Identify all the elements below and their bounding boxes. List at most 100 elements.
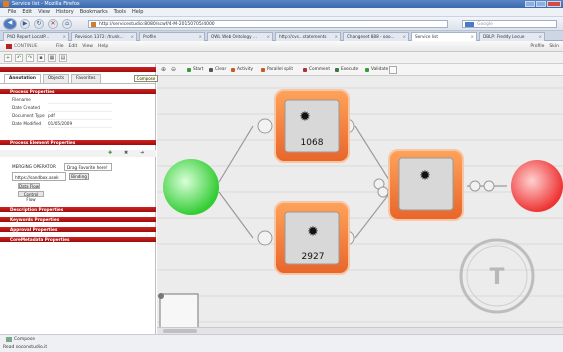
maximize-button[interactable] <box>536 1 546 7</box>
tool-validate[interactable]: Validate <box>365 66 388 74</box>
left-panel-tabs: Annotation Objects Favorites <box>0 74 156 84</box>
control-flow-button[interactable]: Control Flow <box>18 191 44 202</box>
merge-operator-field[interactable]: Drag Favorite here! <box>64 163 112 171</box>
zoom-in-icon[interactable]: ⊕ <box>161 66 166 73</box>
tool-comment[interactable]: Comment <box>303 66 330 74</box>
section-approval[interactable]: Approval Properties <box>0 227 156 232</box>
menu-view[interactable]: View <box>38 9 50 15</box>
redo-icon[interactable]: ↷ <box>26 53 34 62</box>
tool-start[interactable]: Start <box>187 66 204 74</box>
end-node[interactable] <box>511 160 563 212</box>
app-menu-edit[interactable]: Edit <box>69 43 78 50</box>
url-text: http://servicestudio:8080/scwf/4-M-20150… <box>99 22 215 27</box>
compose-tooltip: Compose <box>134 75 158 82</box>
browser-tab[interactable]: Revision 1372: /trunk... × <box>71 32 137 41</box>
tab-close-icon[interactable]: × <box>402 33 406 41</box>
section-process-element[interactable]: Process Element Properties <box>0 140 156 145</box>
workflow-canvas[interactable]: ⊕ ⊖ Start Clear Activity Parallel split … <box>157 64 563 334</box>
prop-value[interactable] <box>48 96 112 104</box>
browser-tab-active[interactable]: Service list × <box>411 32 477 41</box>
search-placeholder: Google <box>477 22 493 27</box>
search-input[interactable]: Google <box>462 20 557 28</box>
app-menu-help[interactable]: Help <box>98 43 108 50</box>
scrollbar-thumb[interactable] <box>163 329 197 333</box>
browser-tab[interactable]: DBLP: Freddy Lecue × <box>479 32 545 41</box>
data-flow-button[interactable]: Data Flow <box>18 183 40 189</box>
end-input-port[interactable] <box>483 180 495 192</box>
tool-execute[interactable]: Execute <box>335 66 358 74</box>
layout-icon[interactable]: ▤ <box>59 53 67 62</box>
tab-objects[interactable]: Objects <box>42 74 70 83</box>
activity-node-1[interactable] <box>274 89 350 163</box>
section-process-properties[interactable]: Process Properties <box>0 89 156 94</box>
tab-close-icon[interactable]: × <box>130 33 134 41</box>
tab-close-icon[interactable]: × <box>334 33 338 41</box>
minimize-button[interactable] <box>525 1 535 7</box>
tab-close-icon[interactable]: × <box>62 33 66 41</box>
browser-tab[interactable]: PhD Report LocatP... × <box>3 32 69 41</box>
prop-value[interactable]: 01/05/2009 <box>48 120 112 128</box>
minimap[interactable] <box>159 293 199 329</box>
stop-button[interactable]: ✕ <box>48 19 58 29</box>
tool-parallel-split[interactable]: Parallel split <box>261 66 293 74</box>
tab-favorites[interactable]: Favorites <box>71 74 101 83</box>
prop-value[interactable]: pdf <box>48 112 112 120</box>
input-port[interactable] <box>377 186 389 198</box>
tool-activity[interactable]: Activity <box>231 66 253 74</box>
tab-close-icon[interactable]: × <box>538 33 542 41</box>
section-core-metadata[interactable]: CoreMetadata Properties <box>0 237 156 242</box>
app-menu-view[interactable]: View <box>82 43 93 50</box>
save-icon[interactable]: ▪ <box>37 53 45 62</box>
start-node[interactable] <box>163 159 219 215</box>
new-icon[interactable]: + <box>4 53 12 62</box>
zoom-out-icon[interactable]: ⊖ <box>171 66 176 73</box>
service-url-field[interactable]: https://sandbox.asek <box>12 172 66 181</box>
profile-link[interactable]: Profile <box>530 43 544 50</box>
browser-tab[interactable]: http://cvs...statements × <box>275 32 341 41</box>
navigation-toolbar: ◀ ▶ ↻ ✕ ⌂ http://servicestudio:8080/scwf… <box>0 17 563 31</box>
browser-tab[interactable]: OWL Web Ontology ... × <box>207 32 273 41</box>
menu-history[interactable]: History <box>56 9 74 15</box>
prop-value[interactable] <box>48 104 112 112</box>
next-icon[interactable]: ➜ <box>140 151 146 156</box>
window-controls <box>525 1 561 7</box>
section-description[interactable]: Description Properties <box>0 207 156 212</box>
grid-icon[interactable]: ▦ <box>48 53 56 62</box>
reload-button[interactable]: ↻ <box>34 19 44 29</box>
settings-icon[interactable] <box>389 66 397 74</box>
delete-icon[interactable]: ✖ <box>124 151 130 156</box>
activity-node-3[interactable] <box>388 149 464 221</box>
undo-icon[interactable]: ↶ <box>15 53 23 62</box>
forward-button[interactable]: ▶ <box>20 19 30 29</box>
menu-edit[interactable]: Edit <box>22 9 32 15</box>
compose-status[interactable]: Compose <box>6 337 35 342</box>
menu-bookmarks[interactable]: Bookmarks <box>80 9 108 15</box>
browser-tab[interactable]: Changeset 888 - ooo... × <box>343 32 409 41</box>
tab-label: Changeset 888 - ooo... <box>347 34 395 39</box>
app-menu-file[interactable]: File <box>56 43 64 50</box>
browser-tab[interactable]: Profile × <box>139 32 205 41</box>
menu-help[interactable]: Help <box>132 9 143 15</box>
tool-clear[interactable]: Clear <box>209 66 226 74</box>
home-button[interactable]: ⌂ <box>62 19 72 29</box>
url-bar[interactable]: http://servicestudio:8080/scwf/4-M-20150… <box>88 20 448 28</box>
prop-row: Date Created <box>12 104 112 112</box>
back-button[interactable]: ◀ <box>3 18 17 30</box>
skin-link[interactable]: Skin <box>549 43 559 50</box>
output-port[interactable] <box>469 180 481 192</box>
prop-key: Date Created <box>12 105 40 110</box>
tab-close-icon[interactable]: × <box>198 33 202 41</box>
menu-file[interactable]: File <box>8 9 16 15</box>
input-port[interactable] <box>257 118 273 134</box>
horizontal-scrollbar[interactable] <box>157 327 563 334</box>
add-icon[interactable]: ✚ <box>108 151 114 156</box>
tab-close-icon[interactable]: × <box>266 33 270 41</box>
minimap-handle[interactable] <box>158 293 164 299</box>
close-button[interactable] <box>547 1 561 7</box>
binding-button[interactable]: Binding <box>69 173 89 180</box>
section-keywords[interactable]: Keywords Properties <box>0 217 156 222</box>
input-port[interactable] <box>257 230 273 246</box>
tab-annotation[interactable]: Annotation <box>4 74 41 83</box>
tab-close-icon[interactable]: × <box>470 33 474 41</box>
menu-tools[interactable]: Tools <box>114 9 126 15</box>
